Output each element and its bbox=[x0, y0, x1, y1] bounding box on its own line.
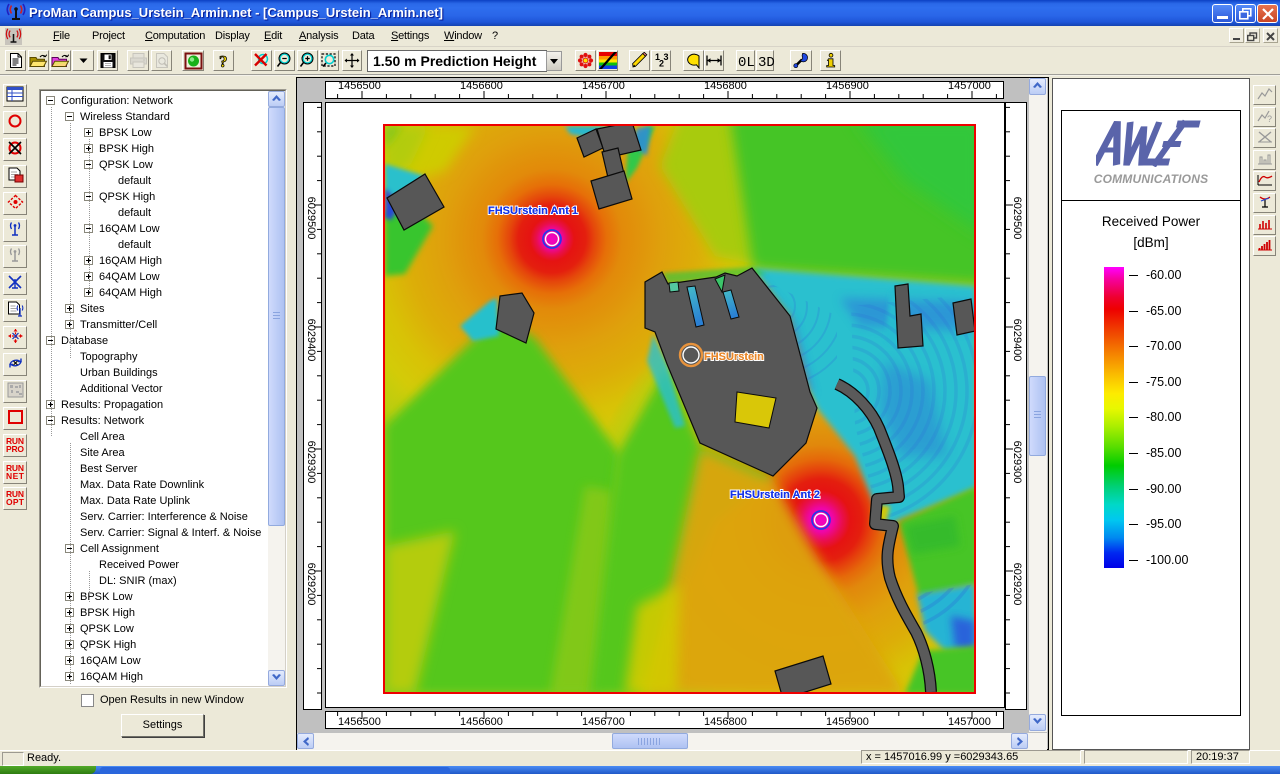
svg-text:3D: 3D bbox=[758, 55, 775, 69]
svg-text:FHSUrstein Ant 2: FHSUrstein Ant 2 bbox=[730, 489, 820, 501]
svg-text:FHSUrstein: FHSUrstein bbox=[704, 351, 764, 363]
svg-text:NET: NET bbox=[6, 471, 25, 481]
svg-text:FHSUrstein Ant 1: FHSUrstein Ant 1 bbox=[488, 205, 578, 217]
svg-text:0L: 0L bbox=[738, 55, 755, 69]
svg-text:?: ? bbox=[219, 52, 228, 70]
svg-text:PRO: PRO bbox=[6, 444, 24, 454]
svg-text:?: ? bbox=[1267, 114, 1272, 123]
svg-text:OPT: OPT bbox=[6, 497, 25, 507]
svg-text:3: 3 bbox=[663, 52, 668, 62]
